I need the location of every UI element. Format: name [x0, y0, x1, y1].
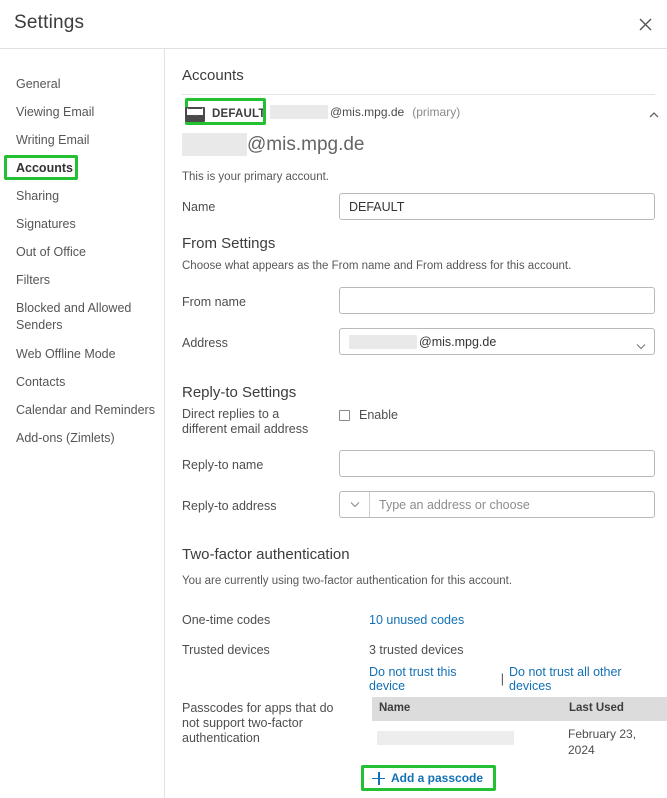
section-heading-reply-to-settings: Reply-to Settings [182, 384, 297, 401]
settings-sidebar: General Viewing Email Writing Email Acco… [0, 49, 165, 798]
reply-to-address-input[interactable]: Type an address or choose [370, 492, 654, 517]
sidebar-item-label: Signatures [16, 217, 76, 231]
close-icon[interactable] [633, 12, 657, 36]
enable-reply-to-checkbox[interactable]: Enable [339, 408, 398, 422]
chevron-down-icon [636, 339, 646, 350]
divider [182, 94, 655, 95]
sidebar-item-label: Viewing Email [16, 105, 95, 119]
add-passcode-button[interactable]: Add a passcode [361, 765, 497, 791]
plus-icon [372, 771, 385, 785]
sidebar-item-signatures[interactable]: Signatures [0, 210, 164, 238]
sidebar-item-add-ons-zimlets[interactable]: Add-ons (Zimlets) [0, 424, 164, 452]
checkbox-box [339, 409, 350, 421]
enable-label: Enable [359, 408, 398, 422]
column-header-last-used: Last Used [569, 702, 624, 714]
account-header-row[interactable]: DEFAULT @mis.mpg.de (primary) [182, 98, 659, 128]
one-time-codes-label: One-time codes [182, 613, 271, 627]
envelope-icon [185, 106, 205, 122]
redacted-passcode-name [377, 731, 514, 745]
address-select-value: @mis.mpg.de [419, 334, 497, 349]
trust-links-row: Do not trust this device | Do not trust … [369, 665, 667, 693]
section-heading-from-settings: From Settings [182, 235, 276, 252]
passcodes-label: Passcodes for apps that do not support t… [182, 701, 334, 745]
window-titlebar: Settings [0, 0, 667, 49]
chevron-up-icon[interactable] [647, 108, 661, 122]
column-header-name: Name [379, 702, 411, 714]
account-primary-tag: (primary) [412, 105, 461, 119]
trusted-devices-value: 3 trusted devices [369, 643, 464, 657]
redacted-local-part-large [182, 133, 247, 156]
sidebar-item-label: Contacts [16, 375, 66, 389]
section-heading-two-factor: Two-factor authentication [182, 546, 350, 563]
sidebar-item-label: Out of Office [16, 245, 86, 259]
account-email: @mis.mpg.de (primary) [270, 105, 460, 119]
sidebar-item-viewing-email[interactable]: Viewing Email [0, 98, 164, 126]
settings-window: Settings General Viewing Email Writing E… [0, 0, 667, 798]
account-badge-label: DEFAULT [212, 108, 266, 120]
sidebar-item-sharing[interactable]: Sharing [0, 182, 164, 210]
two-factor-description: You are currently using two-factor authe… [182, 575, 513, 587]
settings-main-panel: Accounts DEFAULT @mis.mpg.de (primary) @… [166, 49, 667, 798]
sidebar-item-label: Add-ons (Zimlets) [16, 431, 115, 445]
sidebar-item-web-offline-mode[interactable]: Web Offline Mode [0, 340, 164, 368]
reply-to-address-combobox[interactable]: Type an address or choose [339, 491, 655, 518]
table-row[interactable]: February 23, 2024 [372, 721, 667, 763]
add-passcode-label: Add a passcode [391, 771, 484, 785]
sidebar-item-label: Calendar and Reminders [16, 403, 155, 417]
sidebar-item-accounts[interactable]: Accounts [0, 154, 164, 182]
link-separator: | [500, 672, 505, 686]
account-default-badge[interactable]: DEFAULT [185, 98, 266, 126]
unused-codes-link[interactable]: 10 unused codes [369, 613, 464, 627]
sidebar-item-label: Accounts [16, 161, 73, 175]
account-email-large: @mis.mpg.de [182, 133, 365, 156]
from-name-input[interactable] [339, 287, 655, 314]
account-primary-note: This is your primary account. [182, 171, 329, 183]
reply-to-name-label: Reply-to name [182, 458, 264, 472]
sidebar-item-writing-email[interactable]: Writing Email [0, 126, 164, 154]
sidebar-item-label: Blocked and Allowed Senders [16, 301, 132, 332]
sidebar-item-blocked-and-allowed-senders[interactable]: Blocked and Allowed Senders [0, 294, 164, 340]
address-label: Address [182, 336, 228, 350]
sidebar-item-filters[interactable]: Filters [0, 266, 164, 294]
sidebar-item-out-of-office[interactable]: Out of Office [0, 238, 164, 266]
account-email-domain: @mis.mpg.de [330, 105, 405, 119]
section-heading-accounts: Accounts [182, 67, 244, 84]
trusted-devices-label: Trusted devices [182, 643, 270, 657]
redacted-address-local-part [349, 334, 417, 349]
from-settings-description: Choose what appears as the From name and… [182, 260, 572, 272]
page-title: Settings [14, 12, 85, 33]
do-not-trust-all-devices-link[interactable]: Do not trust all other devices [509, 665, 667, 693]
sidebar-item-general[interactable]: General [0, 70, 164, 98]
passcodes-table-header: Name Last Used [372, 697, 667, 721]
sidebar-item-label: Writing Email [16, 133, 90, 147]
sidebar-item-label: Web Offline Mode [16, 347, 116, 361]
sidebar-item-label: General [16, 77, 61, 91]
account-email-domain-large: @mis.mpg.de [247, 133, 365, 155]
reply-to-address-label: Reply-to address [182, 499, 277, 513]
name-input[interactable]: DEFAULT [339, 193, 655, 220]
passcode-last-used: February 23, 2024 [568, 727, 637, 757]
address-select[interactable]: @mis.mpg.de [339, 328, 655, 355]
do-not-trust-this-device-link[interactable]: Do not trust this device [369, 665, 496, 693]
sidebar-item-label: Filters [16, 273, 51, 287]
name-input-value: DEFAULT [349, 199, 405, 214]
sidebar-item-contacts[interactable]: Contacts [0, 368, 164, 396]
redacted-local-part [270, 105, 328, 119]
direct-replies-label: Direct replies to a different email addr… [182, 407, 309, 436]
sidebar-item-label: Sharing [16, 189, 60, 203]
name-label: Name [182, 200, 216, 214]
from-name-label: From name [182, 295, 246, 309]
reply-to-name-input[interactable] [339, 450, 655, 477]
chevron-down-icon[interactable] [340, 492, 370, 517]
sidebar-item-calendar-and-reminders[interactable]: Calendar and Reminders [0, 396, 164, 424]
